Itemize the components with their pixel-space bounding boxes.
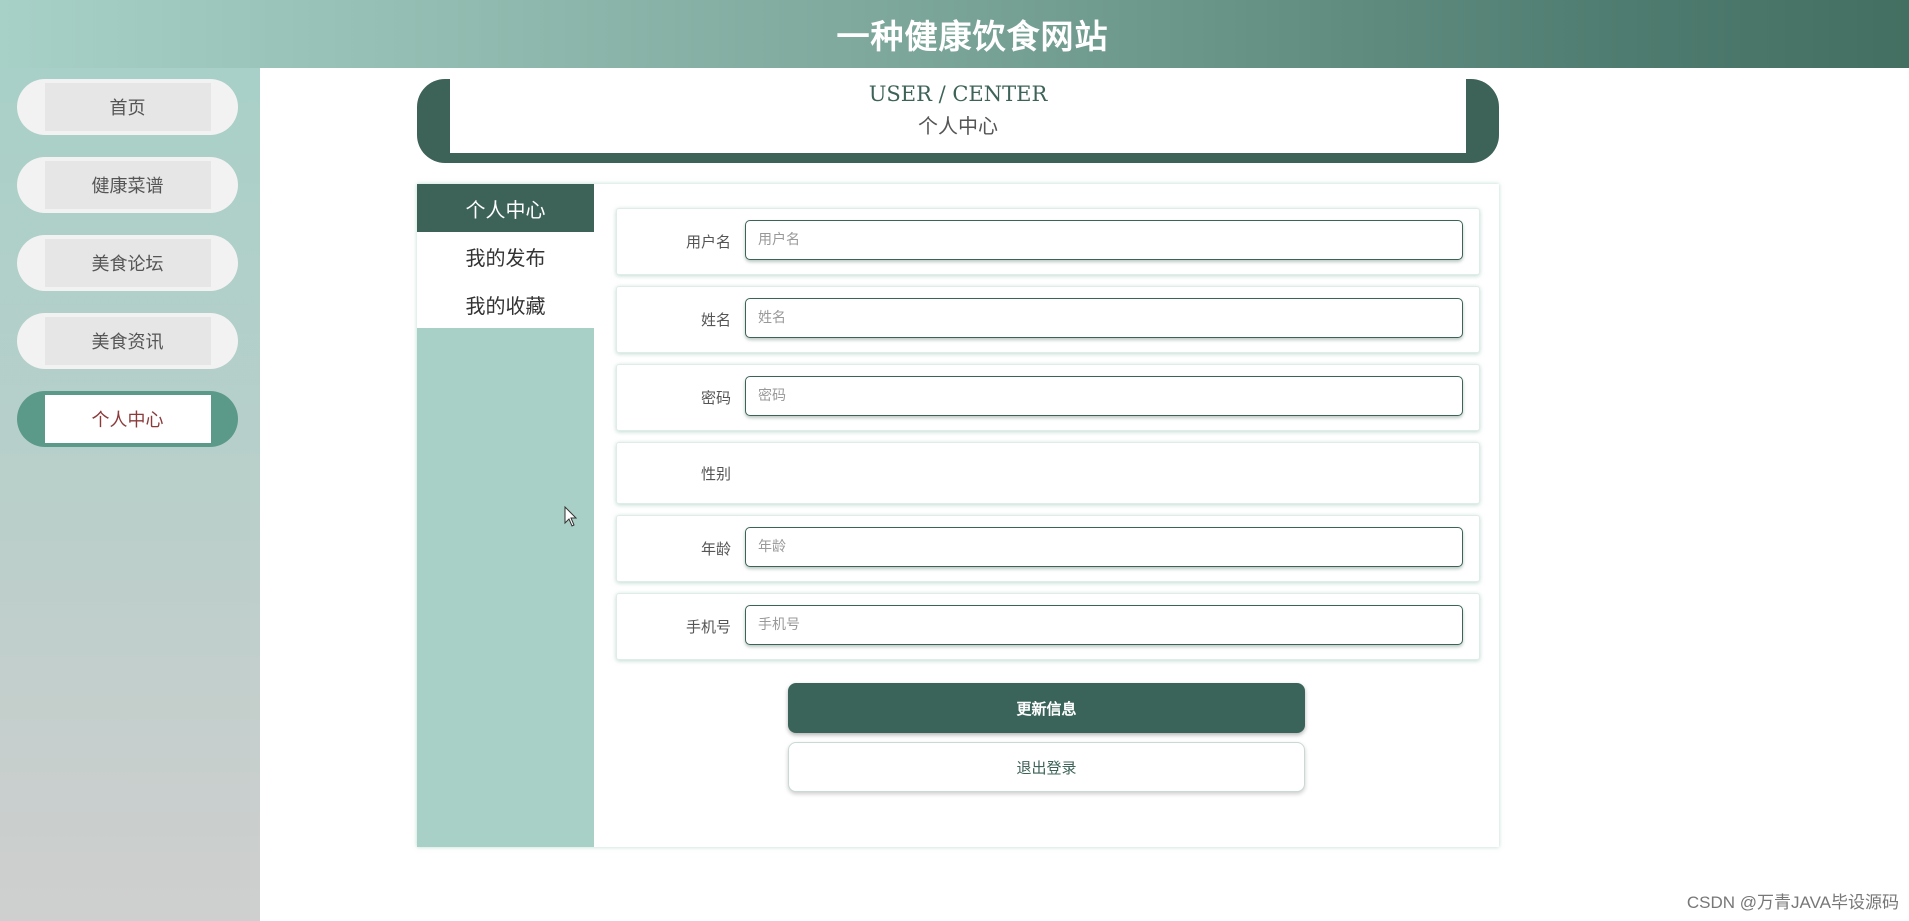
sidebar-item-label: 美食论坛	[44, 239, 211, 287]
sidebar-item-label: 个人中心	[44, 395, 211, 443]
subnav-item-my-posts[interactable]: 我的发布	[417, 232, 594, 280]
name-input[interactable]	[745, 298, 1463, 338]
password-input[interactable]	[745, 376, 1463, 416]
form-row-password: 密码	[616, 364, 1480, 431]
form-row-phone: 手机号	[616, 593, 1480, 660]
form-row-name: 姓名	[616, 286, 1480, 353]
sidebar-item-forum[interactable]: 美食论坛	[17, 235, 238, 291]
sidebar-item-user-center[interactable]: 个人中心	[17, 391, 238, 447]
watermark: CSDN @万青JAVA毕设源码	[1686, 893, 1899, 912]
sidebar-item-recipes[interactable]: 健康菜谱	[17, 157, 238, 213]
subnav-item-my-favorites[interactable]: 我的收藏	[417, 280, 594, 328]
profile-panel: 个人中心 我的发布 我的收藏 用户名 姓名 密码 性别 年龄 手机号 更新信息 …	[417, 184, 1499, 847]
form-row-username: 用户名	[616, 208, 1480, 275]
age-label: 年龄	[700, 540, 731, 558]
form-row-age: 年龄	[616, 515, 1480, 582]
user-center-banner: USER / CENTER 个人中心	[417, 79, 1499, 163]
phone-label: 手机号	[685, 618, 731, 636]
update-info-button[interactable]: 更新信息	[788, 683, 1305, 733]
user-center-title-en: USER / CENTER	[868, 82, 1048, 106]
sidebar-item-label: 首页	[44, 83, 211, 131]
gender-label: 性别	[700, 464, 731, 483]
user-center-banner-inner: USER / CENTER 个人中心	[450, 79, 1466, 153]
sidebar-item-label: 健康菜谱	[44, 161, 211, 209]
subnav-item-user-center[interactable]: 个人中心	[417, 184, 594, 232]
site-title: 一种健康饮食网站	[836, 17, 1109, 56]
sidebar-item-home[interactable]: 首页	[17, 79, 238, 135]
username-input[interactable]	[745, 220, 1463, 260]
top-header: 一种健康饮食网站	[0, 0, 1909, 68]
mouse-cursor-icon	[564, 506, 578, 527]
form-row-gender: 性别	[616, 442, 1480, 504]
age-input[interactable]	[745, 527, 1463, 567]
username-label: 用户名	[685, 233, 731, 251]
user-center-title-cn: 个人中心	[918, 114, 998, 138]
sidebar-item-label: 美食资讯	[44, 317, 211, 365]
name-label: 姓名	[700, 311, 731, 329]
logout-button[interactable]: 退出登录	[788, 742, 1305, 792]
password-label: 密码	[700, 389, 731, 407]
phone-input[interactable]	[745, 605, 1463, 645]
sidebar: 首页 健康菜谱 美食论坛 美食资讯 个人中心	[0, 68, 260, 921]
sidebar-item-news[interactable]: 美食资讯	[17, 313, 238, 369]
